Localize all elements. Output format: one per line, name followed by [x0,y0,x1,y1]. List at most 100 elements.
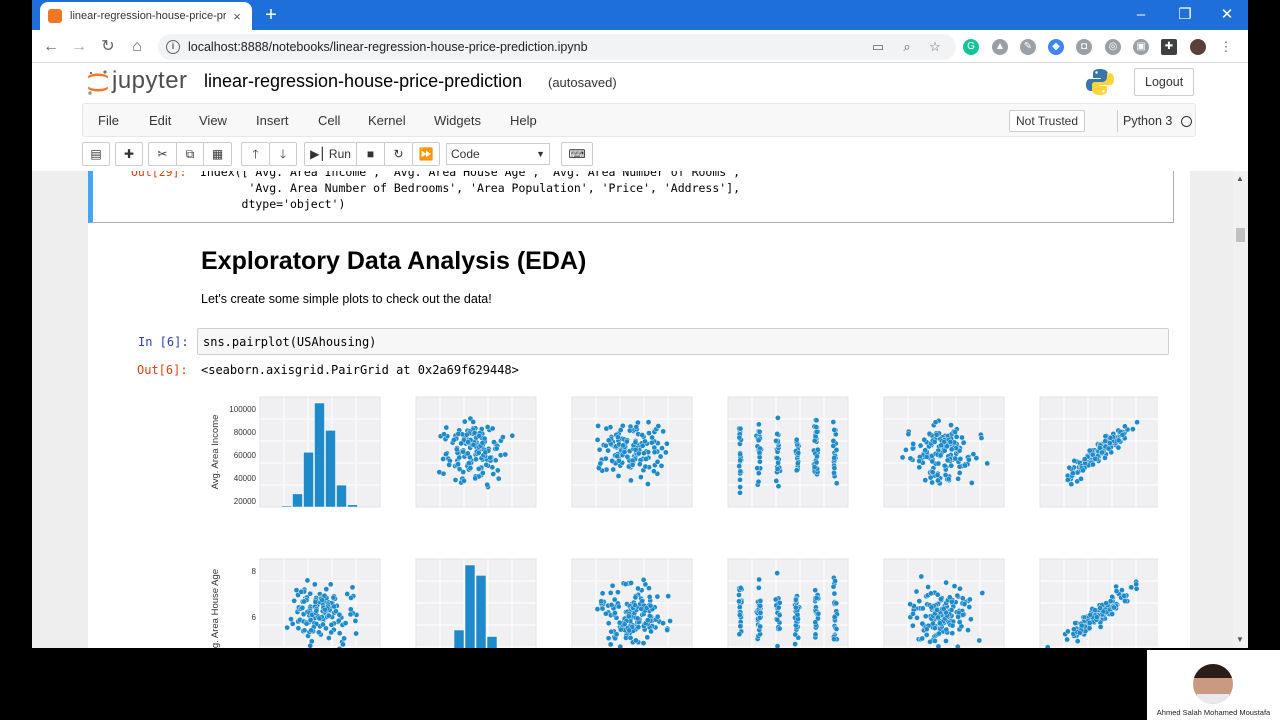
not-trusted-button[interactable]: Not Trusted [1009,110,1086,132]
tab-close-icon[interactable]: × [230,9,244,24]
scatter-point [775,415,781,421]
scatter-point [831,636,837,642]
diamond-extension-icon[interactable]: ◆ [1048,39,1064,55]
cut-icon[interactable]: ✂ [148,142,176,166]
scroll-thumb[interactable] [1236,228,1245,242]
scatter-point [737,425,744,432]
scatter-point [903,447,909,453]
profile-avatar[interactable] [1190,39,1206,55]
scatter-point [651,468,657,474]
scatter-point [812,587,819,593]
minimize-button[interactable]: – [1126,4,1156,26]
copy-icon[interactable]: ⧉ [176,142,204,166]
scatter-point [484,481,491,488]
scatter-point [598,598,605,605]
feather-extension-icon[interactable]: ✎ [1020,39,1036,55]
jupyter-logo-icon[interactable] [86,68,110,98]
interrupt-icon[interactable]: ■ [356,142,384,166]
zoom-icon[interactable]: ⌕ [899,39,915,55]
scatter-point [938,596,944,602]
scatter-point [1100,608,1107,615]
scatter-point [607,641,614,648]
shield-extension-icon[interactable]: ◘ [1076,39,1092,55]
scatter-point [664,440,670,447]
puzzle-extensions-icon[interactable]: ✚ [1161,39,1177,55]
scatter-point [916,598,923,604]
move-down-icon[interactable]: 🡓 [269,142,297,166]
scroll-down-icon[interactable]: ▼ [1236,635,1244,644]
menu-help[interactable]: Help [510,113,537,128]
add-cell-icon[interactable]: ✚ [115,142,143,166]
close-window-button[interactable]: ✕ [1212,4,1242,26]
bookmark-star-icon[interactable]: ☆ [927,39,943,55]
scatter-point [1133,585,1140,592]
drive-extension-icon[interactable]: ▲ [992,39,1008,55]
menu-edit[interactable]: Edit [149,113,171,128]
address-bar[interactable]: i localhost:8888/notebooks/linear-regres… [158,34,956,60]
paste-icon[interactable]: ▦ [204,142,232,166]
presenter-avatar [1193,664,1233,704]
command-palette-icon[interactable]: ⌨ [561,142,593,166]
new-tab-button[interactable]: + [260,4,282,26]
scatter-point [951,583,958,589]
kernel-name[interactable]: Python 3 [1123,114,1172,128]
scatter-point [907,601,914,607]
reload-icon[interactable]: ↻ [97,36,119,58]
notebook-toolbar: ▤ ✚ ✂ ⧉ ▦ 🡑 🡓 ▶⎮ Run ■ ↻ ⏩ Code ▼ ⌨ [82,142,1196,168]
save-icon[interactable]: ▤ [82,142,110,166]
bag-extension-icon[interactable]: ▣ [1133,39,1149,55]
scatter-point [1121,593,1128,599]
scatter-point [665,593,672,599]
scatter-point [484,424,491,430]
menu-file[interactable]: File [98,113,119,128]
cast-icon[interactable]: ▭ [870,39,886,55]
restart-icon[interactable]: ↻ [384,142,412,166]
run-button[interactable]: ▶⎮ Run [304,142,356,166]
scatter-point [910,622,916,629]
forward-arrow-icon[interactable]: → [68,36,90,58]
browser-tab[interactable]: linear-regression-house-price-pr × [40,2,252,30]
menu-cell[interactable]: Cell [318,113,340,128]
scatter-point [738,585,744,591]
kebab-menu-icon[interactable]: ⋮ [1218,39,1234,55]
scatter-point [925,584,931,590]
grammarly-extension-icon[interactable]: G [963,39,979,55]
previous-cell[interactable]: Out[29]: Index(['Avg. Area Income', 'Avg… [88,171,1174,223]
logout-button[interactable]: Logout [1134,68,1195,96]
scatter-point [934,591,941,598]
scatter-point [497,452,504,459]
move-up-icon[interactable]: 🡑 [241,142,269,166]
circle-extension-icon[interactable]: ◎ [1105,39,1121,55]
home-icon[interactable]: ⌂ [126,36,148,58]
scatter-point [813,595,820,601]
menu-widgets[interactable]: Widgets [434,113,481,128]
back-arrow-icon[interactable]: ← [40,36,62,58]
scatter-point [594,606,601,612]
scatter-point [327,581,334,588]
scatter-point [348,595,354,601]
scatter-point [754,465,761,471]
scroll-up-icon[interactable]: ▲ [1236,174,1244,183]
scatter-point [642,463,649,470]
scatter-point [460,469,467,475]
scatter-point [463,431,470,438]
menu-view[interactable]: View [199,113,227,128]
prev-output-line: Index(['Avg. Area Income', 'Avg. Area Ho… [200,171,741,179]
scatter-point [756,615,763,621]
python-logo-icon [1086,69,1114,95]
y-axis-label: Avg. Area Income [210,415,221,490]
menu-insert[interactable]: Insert [256,113,289,128]
scatter-point [1107,440,1113,446]
maximize-button[interactable]: ❐ [1170,4,1200,26]
notebook-name[interactable]: linear-regression-house-price-prediction [204,71,522,92]
menu-kernel[interactable]: Kernel [368,113,406,128]
cell-type-select[interactable]: Code ▼ [446,143,550,165]
site-info-icon[interactable]: i [166,40,180,54]
restart-run-all-icon[interactable]: ⏩ [412,142,440,166]
scatter-point [493,445,500,452]
scatter-point [831,465,838,471]
page-scrollbar[interactable]: ▲ ▼ [1233,171,1248,648]
scatter-point [1071,458,1078,464]
scatter-point [599,605,606,612]
code-input-area[interactable]: sns.pairplot(USAhousing) [197,328,1169,355]
